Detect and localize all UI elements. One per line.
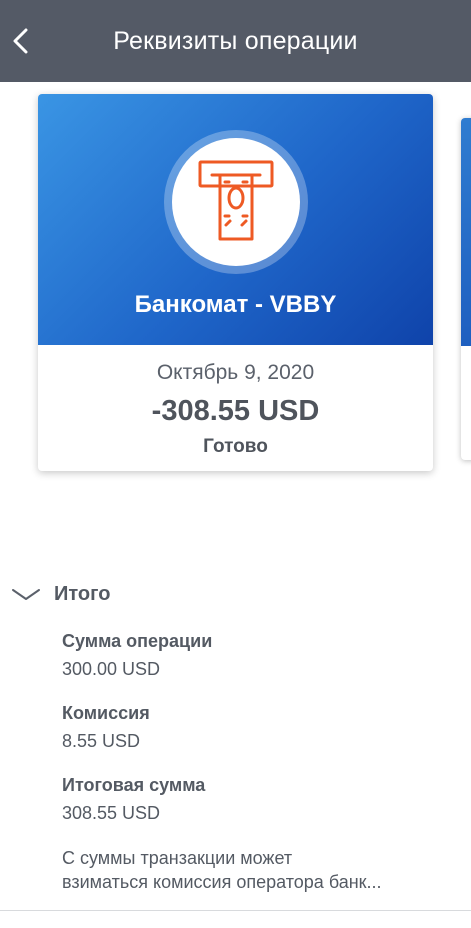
next-card-header (461, 118, 471, 346)
commission-note: С суммы транзакции может взиматься комис… (62, 846, 442, 894)
total-amount-value: 308.55 USD (62, 803, 161, 823)
status-label: Готово (203, 436, 268, 457)
transaction-amount: -308.55 USD (151, 395, 320, 427)
operation-amount-label: Сумма операции (62, 631, 213, 651)
totals-title: Итого (54, 582, 111, 605)
transaction-date: Октябрь 9, 2020 (156, 361, 315, 384)
commission-value: 8.55 USD (62, 731, 141, 751)
commission-note-line-2: взиматься комиссия оператора банк... (62, 872, 382, 892)
atm-cash-icon (198, 160, 274, 241)
next-card-peek[interactable] (461, 118, 471, 460)
card-header: Банкомат - VBBY (38, 94, 433, 345)
transaction-card[interactable]: Банкомат - VBBY Октябрь 9, 2020 -308.55 … (38, 94, 433, 471)
page-title: Реквизиты операции (113, 27, 358, 55)
commission-note-line-1: С суммы транзакции может (62, 848, 293, 868)
merchant-name: Банкомат - VBBY (134, 291, 337, 318)
icon-circle (172, 138, 300, 266)
divider (0, 910, 471, 911)
operation-amount-value: 300.00 USD (62, 659, 161, 679)
chevron-down-icon (12, 589, 40, 600)
commission-label: Комиссия (62, 703, 150, 723)
top-bar: Реквизиты операции (0, 0, 471, 82)
total-amount-label: Итоговая сумма (62, 775, 206, 795)
totals-section-toggle[interactable]: Итого (10, 578, 110, 610)
